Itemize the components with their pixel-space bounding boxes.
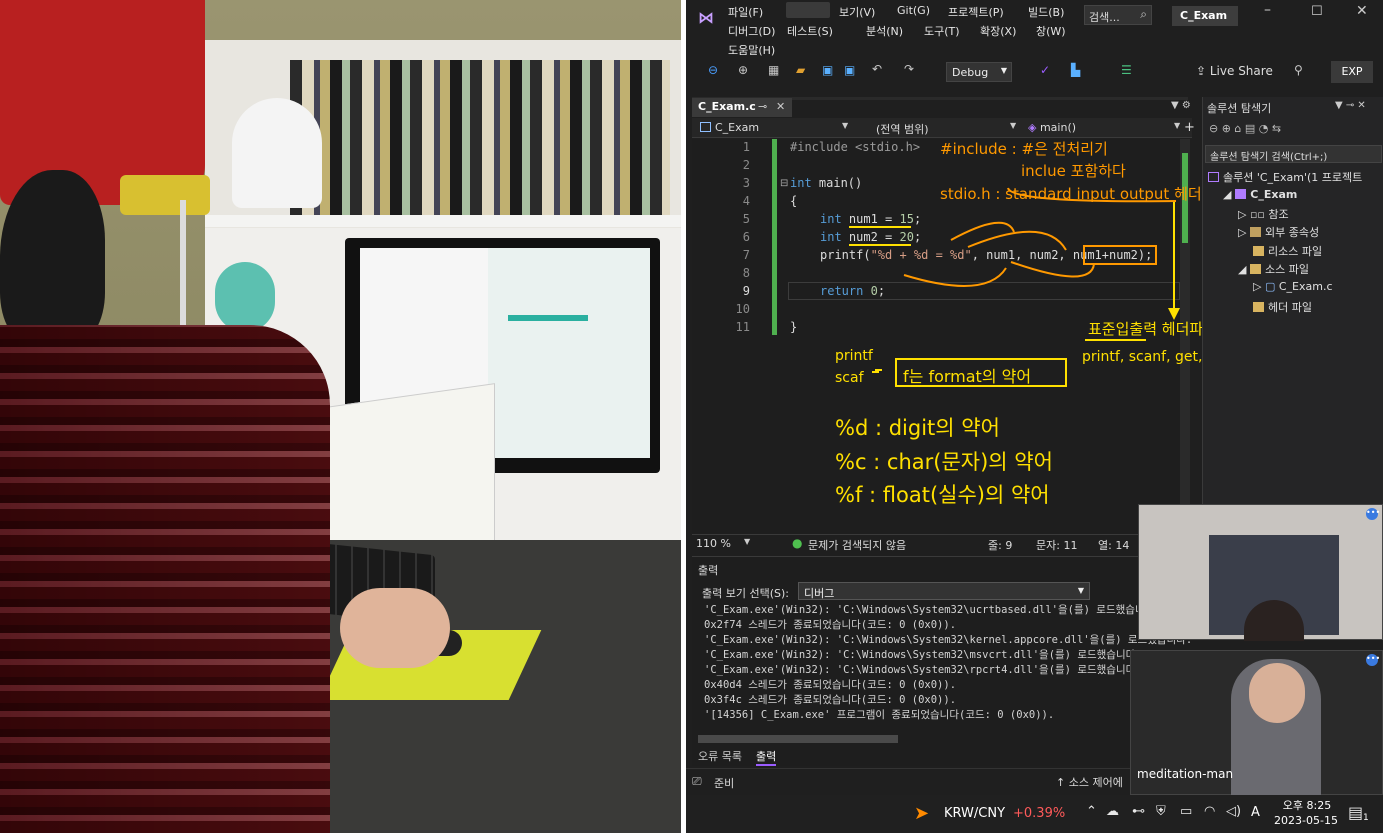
person-shirt	[0, 325, 330, 833]
webcam-bottom: meditation-man •••	[1130, 650, 1383, 796]
notification-icon[interactable]: ▤	[1348, 803, 1363, 822]
cursor-char: 문자: 11	[1036, 539, 1078, 552]
person-head	[0, 170, 105, 345]
references-icon: ▫▫	[1249, 208, 1265, 221]
source-control[interactable]: ↑ 소스 제어에	[1056, 774, 1123, 790]
annotation-scaf: scaf	[835, 370, 864, 386]
annotation-stdio: stdio.h : standard input output 헤더	[940, 185, 1202, 203]
wifi-icon[interactable]: ◠	[1204, 804, 1215, 819]
webcam-top: •••	[1138, 504, 1383, 641]
panel-options-icon[interactable]: ▼ ⊸ ✕	[1335, 100, 1366, 111]
editor-status: 110 % ▼ ● 문제가 검색되지 않음 줄: 9 문자: 11 열: 14	[692, 534, 1192, 552]
output-hscroll[interactable]	[698, 735, 898, 743]
ready-status: 준비	[714, 777, 735, 790]
desk-lamp	[232, 98, 322, 208]
room-photo	[0, 0, 681, 833]
tree-source-files[interactable]: ◢ 소스 파일	[1238, 261, 1309, 277]
volume-icon[interactable]: ◁)	[1226, 804, 1241, 819]
webcam-face	[1249, 663, 1305, 723]
solution-explorer-title: 솔루션 탐색기	[1207, 102, 1272, 115]
arrow-num1	[950, 221, 1015, 241]
format-box: f는 format의 약어	[895, 358, 1067, 387]
tree-project[interactable]: ◢ C_Exam	[1223, 188, 1297, 201]
ready-icon: ⎚	[692, 774, 702, 788]
more-icon[interactable]: •••	[1366, 508, 1380, 520]
annotation-c: %c : char(문자)의 약어	[835, 450, 1053, 474]
tree-references[interactable]: ▷ ▫▫ 참조	[1238, 206, 1289, 222]
tree-resource-files[interactable]: 리소스 파일	[1253, 243, 1322, 259]
notification-count: 1	[1363, 813, 1369, 823]
tray-overflow-icon[interactable]: ⌃	[1086, 804, 1097, 819]
security-icon[interactable]: ⛨	[1156, 804, 1166, 819]
output-select[interactable]: 디버그 ▼	[798, 582, 1090, 600]
books	[290, 60, 670, 218]
monitor-window	[488, 248, 650, 458]
annotation-format: f는 format의 약어	[903, 367, 1032, 386]
arrow-format	[903, 267, 1007, 287]
currency-widget-icon[interactable]: ➤	[914, 803, 929, 824]
usb-icon[interactable]: ⊷	[1132, 804, 1145, 819]
more-icon[interactable]: •••	[1366, 654, 1380, 666]
c-file-icon: ▢	[1264, 280, 1276, 293]
yellow-object	[120, 175, 210, 215]
arrow-num2	[967, 230, 1067, 251]
output-title: 출력	[698, 564, 719, 577]
solution-toolbar: ⊖ ⊕ ⌂ ▤ ◔ ⇆	[1209, 122, 1282, 135]
shelf-board	[205, 215, 681, 227]
tree-header-files[interactable]: 헤더 파일	[1253, 299, 1312, 315]
output-line: 'C_Exam.exe'(Win32): 'C:\Windows\System3…	[704, 604, 1161, 616]
visual-studio-window: ⋈ 파일(F) 보기(V) Git(G) 프로젝트(P) 빌드(B) 디버그(D…	[686, 0, 1383, 833]
output-line: 0x3f4c 스레드가 종료되었습니다(코드: 0 (0x0)).	[704, 694, 957, 706]
annotation-d: %d : digit의 약어	[835, 416, 1000, 440]
issues-status[interactable]: 문제가 검색되지 않음	[808, 537, 906, 553]
output-line: '[14356] C_Exam.exe' 프로그램이 종료되었습니다(코드: 0…	[704, 709, 1055, 721]
ime-indicator[interactable]: A	[1251, 805, 1260, 820]
annotation-f: %f : float(실수)의 약어	[835, 483, 1050, 507]
currency-pair[interactable]: KRW/CNY	[944, 806, 1005, 821]
cursor-line: 줄: 9	[988, 539, 1013, 552]
tab-error-list[interactable]: 오류 목록	[698, 748, 742, 764]
zoom-level[interactable]: 110 %	[696, 537, 731, 550]
chevron-down-icon: ▼	[1077, 586, 1084, 595]
onedrive-icon[interactable]: ☁	[1106, 804, 1119, 819]
output-line: 0x40d4 스레드가 종료되었습니다(코드: 0 (0x0)).	[704, 679, 957, 691]
tab-output[interactable]: 출력	[756, 748, 777, 766]
output-line: 'C_Exam.exe'(Win32): 'C:\Windows\System3…	[704, 664, 1142, 676]
annotation-include: #include : #은 전처리기	[940, 140, 1108, 158]
webcam-label: meditation-man	[1137, 767, 1234, 781]
output-line: 'C_Exam.exe'(Win32): 'C:\Windows\System3…	[704, 634, 1193, 646]
annotation-printf: printf	[835, 348, 873, 364]
cursor-col: 열: 14	[1098, 539, 1130, 552]
solution-explorer: 솔루션 탐색기 ▼ ⊸ ✕ ⊖ ⊕ ⌂ ▤ ◔ ⇆ 솔루션 탐색기 검색(Ctr…	[1202, 97, 1383, 534]
clock-time[interactable]: 오후 8:25	[1276, 797, 1338, 813]
output-line: 'C_Exam.exe'(Win32): 'C:\Windows\System3…	[704, 649, 1142, 661]
output-select-value: 디버그	[804, 587, 835, 600]
person-hand	[340, 588, 450, 668]
tree-external-deps[interactable]: ▷ 외부 종속성	[1238, 224, 1319, 240]
battery-icon[interactable]: ▭	[1180, 804, 1192, 819]
monitor-accent	[508, 315, 588, 321]
output-line: 0x2f74 스레드가 종료되었습니다(코드: 0 (0x0)).	[704, 619, 957, 631]
taskbar: ➤ KRW/CNY +0.39% ⌃ ☁ ⊷ ⛨ ▭ ◠ ◁) A 오후 8:2…	[686, 795, 1383, 833]
tree-c-exam-c[interactable]: ▷ ▢ C_Exam.c	[1253, 280, 1333, 293]
chevron-down-icon[interactable]: ▼	[744, 537, 750, 546]
output-select-label: 출력 보기 선택(S):	[702, 587, 789, 600]
check-icon: ●	[792, 536, 803, 550]
tree-solution[interactable]: 솔루션 'C_Exam'(1 프로젝트	[1208, 169, 1362, 185]
clock-date[interactable]: 2023-05-15	[1266, 814, 1346, 827]
solution-search-input[interactable]: 솔루션 탐색기 검색(Ctrl+;)	[1205, 145, 1382, 163]
currency-change: +0.39%	[1013, 806, 1066, 821]
annotation-include2: inclue 포함하다	[1021, 162, 1126, 180]
arrow-sum	[1010, 261, 1095, 278]
box-sum	[1083, 245, 1157, 265]
figure-toy	[215, 262, 275, 332]
